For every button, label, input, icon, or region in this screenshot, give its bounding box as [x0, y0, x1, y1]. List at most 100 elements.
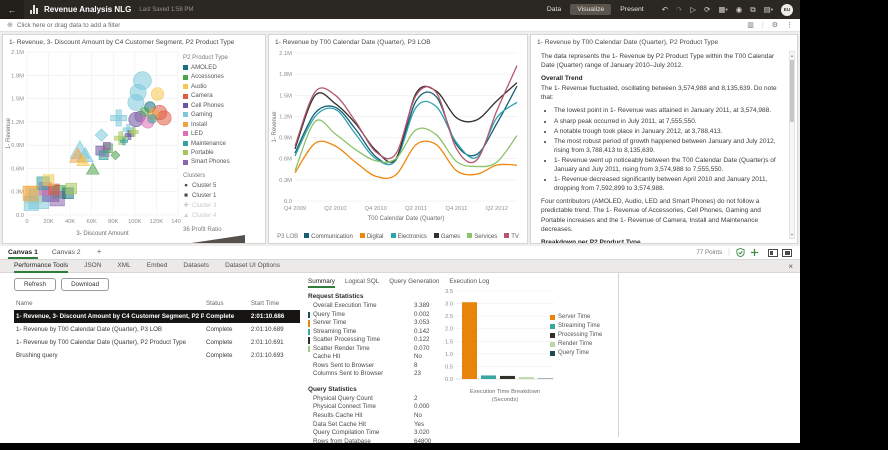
- scatter-chart[interactable]: 2.1M1.8M1.5M1.2M0.9M0.6M0.3M0.0020K40K60…: [3, 47, 181, 241]
- refresh-icon[interactable]: ⟳: [704, 6, 710, 14]
- close-panel-icon[interactable]: ×: [788, 262, 793, 271]
- add-canvas-button[interactable]: +: [95, 248, 104, 257]
- user-avatar[interactable]: EU: [781, 4, 793, 16]
- stat-row: Results Cache HitNo: [308, 412, 446, 421]
- cluster-item-cluster-4[interactable]: ▲Cluster 4: [183, 211, 259, 221]
- line-legend-item-games[interactable]: Games: [434, 233, 460, 240]
- last-saved-label: Last Saved 1:58 PM: [139, 7, 193, 13]
- scroll-up-arrow[interactable]: ▲: [790, 52, 794, 59]
- canvas-tab-canvas-2[interactable]: Canvas 2: [52, 247, 81, 259]
- add-insight-icon[interactable]: [750, 248, 759, 257]
- bar-processing-time[interactable]: [500, 376, 515, 379]
- save-icon[interactable]: ▤▾: [764, 6, 773, 14]
- export-icon[interactable]: ⧉: [750, 6, 755, 14]
- bar-legend-item-query-time[interactable]: Query Time: [550, 349, 602, 358]
- mode-tab-present[interactable]: Present: [613, 4, 650, 15]
- scatter-point[interactable]: [66, 183, 77, 194]
- narrative-viz-panel[interactable]: 1- Revenue by T00 Calendar Date (Quarter…: [530, 34, 798, 244]
- run-icon[interactable]: ▷: [690, 6, 696, 14]
- bar-streaming-time[interactable]: [481, 375, 496, 379]
- line-series-games[interactable]: [295, 83, 517, 163]
- canvas-tab-canvas-1[interactable]: Canvas 1: [8, 247, 38, 259]
- undo-icon[interactable]: ↶: [662, 6, 668, 14]
- menu-kebab-icon[interactable]: ⋮: [786, 21, 793, 29]
- table-row[interactable]: Brushing queryComplete2:01:10.693: [14, 349, 300, 362]
- scroll-down-arrow[interactable]: ▼: [790, 231, 794, 238]
- table-row[interactable]: 1- Revenue by T00 Calendar Date (Quarter…: [14, 323, 300, 336]
- scatter-point[interactable]: [103, 142, 110, 149]
- mode-tab-data[interactable]: Data: [540, 4, 568, 15]
- bar-server-time[interactable]: [462, 302, 477, 379]
- download-button[interactable]: Download: [61, 278, 109, 291]
- data-quality-icon[interactable]: [736, 248, 745, 257]
- layout-left-icon[interactable]: [768, 249, 778, 257]
- dev-tab-dataset-ui-options[interactable]: Dataset UI Options: [225, 260, 280, 273]
- cluster-item-cluster-5[interactable]: ●Cluster 5: [183, 181, 259, 191]
- legend-item-portable[interactable]: Portable: [183, 148, 259, 157]
- scatter-point[interactable]: [123, 138, 125, 145]
- legend-item-smart-phones[interactable]: Smart Phones: [183, 157, 259, 166]
- layout-right-icon[interactable]: [782, 249, 792, 257]
- legend-item-install[interactable]: Install: [183, 120, 259, 129]
- viz-grammar-icon[interactable]: ▥: [747, 21, 754, 29]
- dev-tab-xml[interactable]: XML: [117, 260, 130, 273]
- scatter-point[interactable]: [116, 110, 121, 126]
- line-series-electronics[interactable]: [295, 101, 517, 164]
- legend-item-amoled[interactable]: AMOLED: [183, 63, 259, 72]
- line-legend-item-services[interactable]: Services: [467, 233, 497, 240]
- legend-item-accessories[interactable]: Accessories: [183, 72, 259, 81]
- dev-tab-datasets[interactable]: Datasets: [183, 260, 209, 273]
- back-button[interactable]: ←: [0, 0, 24, 19]
- column-header-name[interactable]: Name: [14, 298, 204, 310]
- pin-icon[interactable]: ◉: [736, 6, 743, 14]
- scrollbar-thumb[interactable]: [790, 60, 794, 122]
- dev-tab-embed[interactable]: Embed: [147, 260, 168, 273]
- legend-item-maintenance[interactable]: Maintenance: [183, 139, 259, 148]
- canvas-settings-icon[interactable]: ▦▾: [718, 6, 727, 14]
- bar-legend-item-render-time[interactable]: Render Time: [550, 340, 602, 349]
- cluster-item-cluster-3[interactable]: ✚Cluster 3: [183, 201, 259, 211]
- filter-bar[interactable]: ⊕ Click here or drag data to add a filte…: [0, 19, 800, 32]
- line-legend-item-electronics[interactable]: Electronics: [391, 233, 427, 240]
- refresh-button[interactable]: Refresh: [14, 278, 56, 291]
- scatter-point[interactable]: [99, 151, 108, 160]
- bar-render-time[interactable]: [519, 377, 534, 379]
- scatter-point[interactable]: [140, 107, 149, 116]
- line-viz-panel[interactable]: 1- Revenue by T00 Calendar Date (Quarter…: [268, 34, 528, 244]
- bar-legend-item-processing-time[interactable]: Processing Time: [550, 331, 602, 340]
- mode-tab-visualize[interactable]: Visualize: [570, 4, 611, 15]
- panel-splitter[interactable]: [618, 273, 619, 437]
- legend-item-audio[interactable]: Audio: [183, 82, 259, 91]
- table-row[interactable]: 1- Revenue by T00 Calendar Date (Quarter…: [14, 336, 300, 349]
- line-legend-item-communication[interactable]: Communication: [304, 233, 353, 240]
- settings-gear-icon[interactable]: ⚙: [772, 21, 778, 29]
- legend-item-camera[interactable]: Camera: [183, 91, 259, 100]
- legend-item-cell-phones[interactable]: Cell Phones: [183, 101, 259, 110]
- svg-text:0.3M: 0.3M: [11, 190, 24, 196]
- scatter-point[interactable]: [157, 111, 171, 125]
- dev-tab-json[interactable]: JSON: [84, 260, 101, 273]
- add-filter-icon[interactable]: ⊕: [7, 21, 13, 29]
- narrative-scrollbar[interactable]: ▲ ▼: [789, 51, 795, 239]
- legend-item-led[interactable]: LED: [183, 129, 259, 138]
- bar-legend-item-server-time[interactable]: Server Time: [550, 313, 602, 322]
- line-chart[interactable]: 2.1M1.8M1.5M1.2M0.9M0.6M0.3M0.0Q4 2009Q2…: [269, 47, 525, 227]
- table-row[interactable]: 1- Revenue, 3- Discount Amount by C4 Cus…: [14, 310, 300, 323]
- column-header-status[interactable]: Status: [204, 298, 249, 310]
- scatter-point[interactable]: [43, 175, 54, 186]
- cluster-item-cluster-1[interactable]: ■Cluster 1: [183, 191, 259, 201]
- line-legend-item-tv[interactable]: TV: [504, 233, 519, 240]
- scatter-point[interactable]: [132, 127, 135, 136]
- scatter-viz-panel[interactable]: 1- Revenue, 3- Discount Amount by C4 Cus…: [2, 34, 266, 244]
- redo-icon[interactable]: ↷: [676, 6, 682, 14]
- summary-tab-summary[interactable]: Summary: [308, 277, 335, 288]
- line-legend-item-digital[interactable]: Digital: [360, 233, 384, 240]
- scatter-point[interactable]: [23, 186, 37, 200]
- legend-item-gaming[interactable]: Gaming: [183, 110, 259, 119]
- scatter-point[interactable]: [151, 88, 164, 101]
- bar-legend-item-streaming-time[interactable]: Streaming Time: [550, 322, 602, 331]
- column-header-start-time[interactable]: Start Time: [249, 298, 300, 310]
- summary-tab-logical-sql[interactable]: Logical SQL: [345, 277, 379, 288]
- dev-tab-performance-tools[interactable]: Performance Tools: [14, 260, 68, 273]
- scatter-point[interactable]: [148, 114, 157, 123]
